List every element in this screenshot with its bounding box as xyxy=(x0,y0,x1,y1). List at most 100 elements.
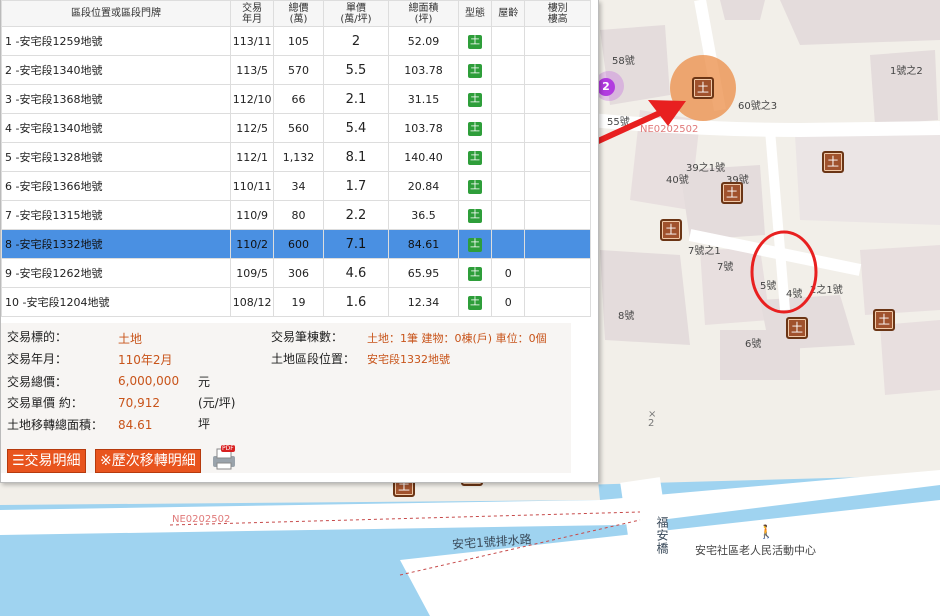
unit-price-value: 70,912 xyxy=(118,396,160,410)
row-total-price: 1,132 xyxy=(273,142,324,172)
row-total-price: 600 xyxy=(273,229,324,259)
row-type: 土 xyxy=(457,142,493,172)
cluster-badge[interactable]: 2 xyxy=(597,78,615,96)
land-marker[interactable]: 土 xyxy=(873,309,895,331)
area-label: 土地移轉總面積： xyxy=(7,418,104,432)
land-marker[interactable]: 土 xyxy=(660,219,682,241)
area-value: 84.61 xyxy=(118,418,153,432)
row-area: 36.5 xyxy=(388,200,459,230)
map-label-39-1: 39之1號 xyxy=(686,163,726,174)
row-total-price: 66 xyxy=(273,84,324,114)
row-date: 113/5 xyxy=(229,55,275,85)
table-row[interactable]: 3 -安宅段1368地號 112/10 66 2.1 31.15 土 xyxy=(1,84,591,114)
table-row[interactable]: 10 -安宅段1204地號 108/12 19 1.6 12.34 土 0 xyxy=(1,287,591,317)
row-total-price: 80 xyxy=(273,200,324,230)
print-pdf-icon[interactable]: PDF xyxy=(209,445,237,471)
table-header: 區段位置或區段門牌 交易 年月 總價 (萬) 單價 (萬/坪) 總面積 (坪) 型態 屋… xyxy=(1,0,591,27)
row-unit-price: 1.6 xyxy=(322,287,390,317)
target-value: 土地 xyxy=(118,332,143,346)
row-location: 3 -安宅段1368地號 xyxy=(1,84,231,114)
land-type-tag: 土 xyxy=(467,92,482,107)
row-location: 1 -安宅段1259地號 xyxy=(1,26,231,56)
table-row[interactable]: 9 -安宅段1262地號 109/5 306 4.6 65.95 土 0 xyxy=(1,258,591,288)
row-total-price: 560 xyxy=(273,113,324,143)
map-label-60-3: 60號之3 xyxy=(738,101,778,112)
ym-value: 110年2月 xyxy=(118,353,173,367)
map-label-1-2: 1號之2 xyxy=(890,66,923,77)
row-floor xyxy=(524,171,591,201)
map-label-8: 8號 xyxy=(618,311,635,322)
map-label-58: 58號 xyxy=(612,56,635,67)
col-type: 型態 xyxy=(457,0,493,27)
row-type: 土 xyxy=(457,171,493,201)
table-row[interactable]: 7 -安宅段1315地號 110/9 80 2.2 36.5 土 xyxy=(1,200,591,230)
land-type-tag: 土 xyxy=(467,237,482,252)
land-type-tag: 土 xyxy=(467,34,482,49)
land-marker[interactable]: 土 xyxy=(786,317,808,339)
table-row[interactable]: 2 -安宅段1340地號 113/5 570 5.5 103.78 土 xyxy=(1,55,591,85)
person-icon: 🚶 xyxy=(758,525,775,540)
land-type-tag: 土 xyxy=(467,150,482,165)
table-row[interactable]: 1 -安宅段1259地號 113/11 105 2 52.09 土 xyxy=(1,26,591,56)
col-date: 交易 年月 xyxy=(229,0,275,27)
row-area: 103.78 xyxy=(388,55,459,85)
transaction-table: 區段位置或區段門牌 交易 年月 總價 (萬) 單價 (萬/坪) 總面積 (坪) 型態 屋… xyxy=(1,0,591,317)
row-date: 110/11 xyxy=(229,171,275,201)
map-label-x2: × 2 xyxy=(648,409,657,429)
section-label: 土地區段位置： xyxy=(271,352,356,366)
row-type: 土 xyxy=(457,84,493,114)
transaction-panel: 區段位置或區段門牌 交易 年月 總價 (萬) 單價 (萬/坪) 總面積 (坪) 型態 屋… xyxy=(0,0,599,483)
table-row[interactable]: 5 -安宅段1328地號 112/1 1,132 8.1 140.40 土 xyxy=(1,142,591,172)
transaction-detail-button[interactable]: ☰交易明細 xyxy=(7,449,86,473)
target-label: 交易標的： xyxy=(7,330,68,344)
row-location: 10 -安宅段1204地號 xyxy=(1,287,231,317)
col-area: 總面積 (坪) xyxy=(388,0,459,27)
row-unit-price: 4.6 xyxy=(322,258,390,288)
land-marker[interactable]: 土 xyxy=(721,182,743,204)
map-label-2-1: 2之1號 xyxy=(810,285,843,296)
row-unit-price: 2.1 xyxy=(322,84,390,114)
map-label-community-center: 安宅社區老人民活動中心 xyxy=(695,544,816,557)
row-total-price: 34 xyxy=(273,171,324,201)
col-age: 屋齡 xyxy=(491,0,526,27)
row-area: 140.40 xyxy=(388,142,459,172)
transfer-history-button[interactable]: ※歷次移轉明細 xyxy=(95,449,201,473)
row-area: 31.15 xyxy=(388,84,459,114)
map-label-7-1: 7號之1 xyxy=(688,246,721,257)
row-type: 土 xyxy=(457,287,493,317)
row-location: 8 -安宅段1332地號 xyxy=(1,229,231,259)
row-location: 7 -安宅段1315地號 xyxy=(1,200,231,230)
row-age xyxy=(491,113,526,143)
row-area: 52.09 xyxy=(388,26,459,56)
map-label-parcel-code: NE0202502 xyxy=(640,124,699,135)
area-unit: 坪 xyxy=(198,417,211,431)
land-type-tag: 土 xyxy=(467,63,482,78)
land-marker[interactable]: 土 xyxy=(822,151,844,173)
row-type: 土 xyxy=(457,258,493,288)
land-type-tag: 土 xyxy=(467,208,482,223)
selected-land-marker[interactable]: 土 xyxy=(692,77,714,99)
unit-price-label: 交易單價 約： xyxy=(7,396,83,410)
row-floor xyxy=(524,142,591,172)
row-age: 0 xyxy=(491,287,526,317)
row-floor xyxy=(524,26,591,56)
table-row[interactable]: 6 -安宅段1366地號 110/11 34 1.7 20.84 土 xyxy=(1,171,591,201)
total-price-unit: 元 xyxy=(198,375,211,389)
row-age: 0 xyxy=(491,258,526,288)
table-row[interactable]: 8 -安宅段1332地號 110/2 600 7.1 84.61 土 xyxy=(1,229,591,259)
section-value: 安宅段1332地號 xyxy=(367,353,450,366)
table-row[interactable]: 4 -安宅段1340地號 112/5 560 5.4 103.78 土 xyxy=(1,113,591,143)
row-total-price: 19 xyxy=(273,287,324,317)
row-total-price: 306 xyxy=(273,258,324,288)
row-unit-price: 5.4 xyxy=(322,113,390,143)
row-area: 84.61 xyxy=(388,229,459,259)
map-label-parcel-code: NE0202502 xyxy=(172,514,231,525)
count-label: 交易筆棟數： xyxy=(271,330,344,344)
pdf-badge: PDF xyxy=(221,445,235,452)
ym-label: 交易年月： xyxy=(7,352,68,366)
row-age xyxy=(491,229,526,259)
row-unit-price: 7.1 xyxy=(322,229,390,259)
row-floor xyxy=(524,113,591,143)
row-area: 103.78 xyxy=(388,113,459,143)
total-price-value: 6,000,000 xyxy=(118,374,180,388)
